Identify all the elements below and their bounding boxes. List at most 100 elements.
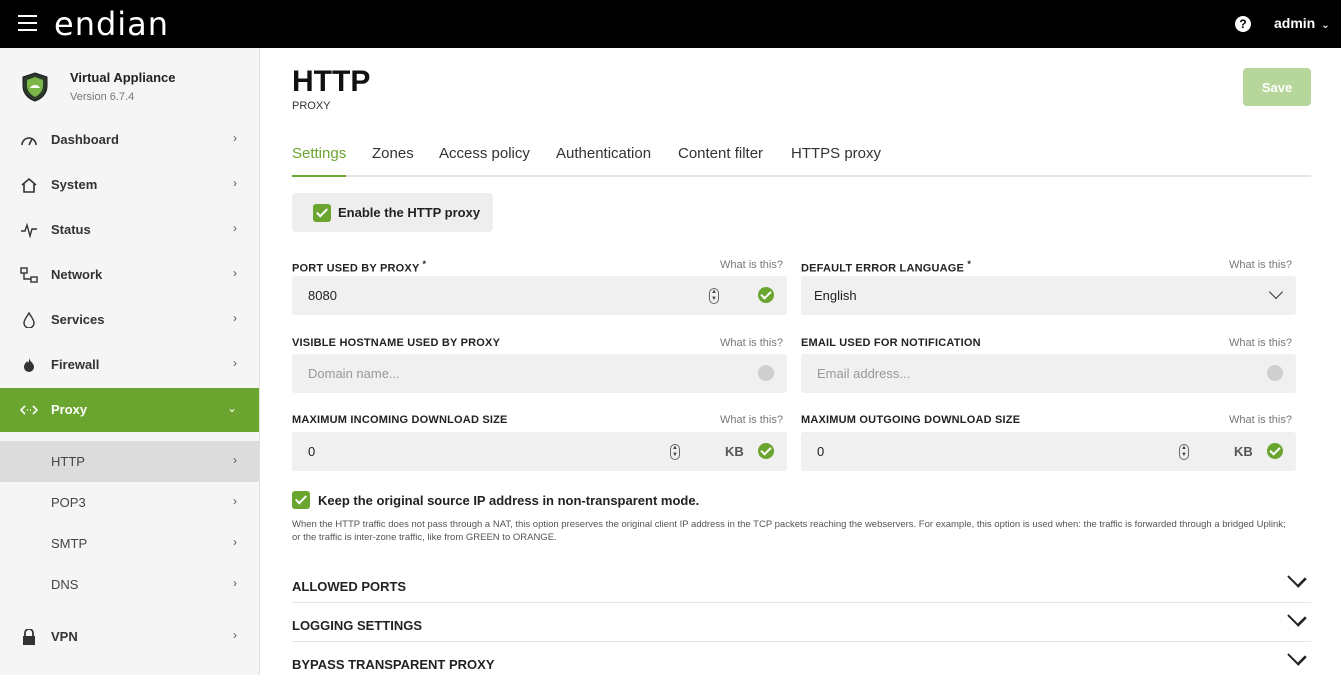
tab-https-proxy[interactable]: HTTPS proxy [791,145,881,177]
port-help-link[interactable]: What is this? [720,259,783,271]
pulse-icon [21,222,37,238]
help-icon[interactable]: ? [1235,16,1251,32]
port-input[interactable]: 8080 ▲ ▼ [292,276,787,315]
enable-proxy-checkbox[interactable] [313,204,331,222]
code-arrows-icon [20,405,38,415]
chevron-right-icon: › [233,535,237,549]
section-title: LOGGING SETTINGS [292,618,423,633]
lock-icon [23,629,35,645]
sidebar-item-label: Status [51,222,91,237]
section-title: BYPASS TRANSPARENT PROXY [292,657,495,672]
sidebar: Virtual Appliance Version 6.7.4 Dashboar… [0,48,260,675]
email-placeholder: Email address... [817,366,911,381]
sidebar-subitem-label: HTTP [51,454,85,469]
hostname-help-link[interactable]: What is this? [720,337,783,349]
sidebar-item-dashboard[interactable]: Dashboard › [0,118,259,162]
hamburger-menu-icon[interactable] [18,15,37,31]
max-incoming-stepper[interactable]: ▲ ▼ [670,444,680,460]
appliance-version: Version 6.7.4 [70,91,135,103]
sidebar-item-services[interactable]: Services › [0,298,259,342]
section-allowed-ports[interactable]: ALLOWED PORTS [292,564,1311,603]
user-menu[interactable]: admin ⌄ [1274,15,1330,31]
page-subtitle: PROXY [292,100,331,112]
error-language-select[interactable]: English [801,276,1296,315]
chevron-right-icon: › [233,494,237,508]
tab-zones[interactable]: Zones [372,145,414,177]
chevron-right-icon: › [233,576,237,590]
brand-logo: endian [54,5,170,43]
chevron-right-icon: › [233,221,237,235]
page-title: HTTP [292,65,371,98]
tab-authentication[interactable]: Authentication [556,145,651,177]
sidebar-item-label: Network [51,267,103,282]
top-bar: endian ? admin ⌄ [0,0,1341,48]
section-bypass-transparent-proxy[interactable]: BYPASS TRANSPARENT PROXY [292,642,1311,675]
sidebar-subitem-pop3[interactable]: POP3 › [0,482,259,523]
max-outgoing-input[interactable]: 0 ▲ ▼ KB [801,432,1296,471]
chevron-right-icon: › [233,131,237,145]
port-label: PORT USED BY PROXY * [292,259,427,275]
keep-source-ip-checkbox[interactable] [292,491,310,509]
sidebar-subitem-label: SMTP [51,536,88,551]
sidebar-item-network[interactable]: Network › [0,253,259,297]
chevron-right-icon: › [233,356,237,370]
email-label: EMAIL USED FOR NOTIFICATION [801,337,981,349]
chevron-right-icon: › [233,628,237,642]
sidebar-item-firewall[interactable]: Firewall › [0,343,259,387]
sidebar-item-vpn[interactable]: VPN › [0,615,259,659]
hostname-placeholder: Domain name... [308,366,400,381]
sidebar-item-label: Services [51,312,105,327]
enable-proxy-toggle[interactable]: Enable the HTTP proxy [292,193,493,232]
sidebar-subitem-label: DNS [51,577,79,592]
tab-access-policy[interactable]: Access policy [439,145,530,177]
enable-proxy-label: Enable the HTTP proxy [338,205,481,220]
max-incoming-value: 0 [308,444,316,459]
tab-settings[interactable]: Settings [292,145,347,177]
sidebar-subitem-http[interactable]: HTTP › [0,441,259,482]
sidebar-item-label: Firewall [51,357,100,372]
save-button[interactable]: Save [1243,68,1311,106]
chevron-down-icon: ⌄ [226,401,237,415]
port-value: 8080 [308,288,337,303]
network-icon [20,267,38,283]
main-content: HTTP PROXY Save Settings Zones Access po… [292,48,1311,675]
sidebar-item-proxy[interactable]: Proxy ⌄ [0,388,259,432]
sidebar-item-label: System [51,177,98,192]
chevron-right-icon: › [233,176,237,190]
port-stepper[interactable]: ▲ ▼ [709,288,719,304]
error-language-value: English [814,288,857,303]
flame-icon [24,358,34,372]
max-incoming-help-link[interactable]: What is this? [720,414,783,426]
sidebar-subitem-smtp[interactable]: SMTP › [0,523,259,564]
chevron-right-icon: › [233,311,237,325]
valid-check-icon [758,287,774,303]
chevron-down-icon [1287,568,1307,588]
max-outgoing-stepper[interactable]: ▲ ▼ [1179,444,1189,460]
sidebar-item-status[interactable]: Status › [0,208,259,252]
section-logging-settings[interactable]: LOGGING SETTINGS [292,603,1311,642]
tab-content-filter[interactable]: Content filter [678,145,763,177]
home-icon [21,177,37,193]
shield-logo-icon [22,72,48,102]
unit-label: KB [1234,444,1253,459]
chevron-right-icon: › [233,266,237,280]
sidebar-subitem-dns[interactable]: DNS › [0,564,259,605]
hostname-label: VISIBLE HOSTNAME USED BY PROXY [292,337,501,349]
max-outgoing-help-link[interactable]: What is this? [1229,414,1292,426]
chevron-down-icon: ⌄ [1321,20,1330,31]
max-incoming-input[interactable]: 0 ▲ ▼ KB [292,432,787,471]
valid-check-icon [758,443,774,459]
section-title: ALLOWED PORTS [292,579,407,594]
sidebar-subitem-label: POP3 [51,495,86,510]
email-help-link[interactable]: What is this? [1229,337,1292,349]
max-incoming-label: MAXIMUM INCOMING DOWNLOAD SIZE [292,414,508,426]
sidebar-item-system[interactable]: System › [0,163,259,207]
appliance-info: Virtual Appliance Version 6.7.4 [0,48,259,128]
keep-source-ip-help: When the HTTP traffic does not pass thro… [292,519,1286,543]
error-language-help-link[interactable]: What is this? [1229,259,1292,271]
hostname-input[interactable]: Domain name... [292,354,787,393]
max-outgoing-label: MAXIMUM OUTGOING DOWNLOAD SIZE [801,414,1021,426]
appliance-name: Virtual Appliance [70,70,176,85]
chevron-right-icon: › [233,453,237,467]
email-input[interactable]: Email address... [801,354,1296,393]
